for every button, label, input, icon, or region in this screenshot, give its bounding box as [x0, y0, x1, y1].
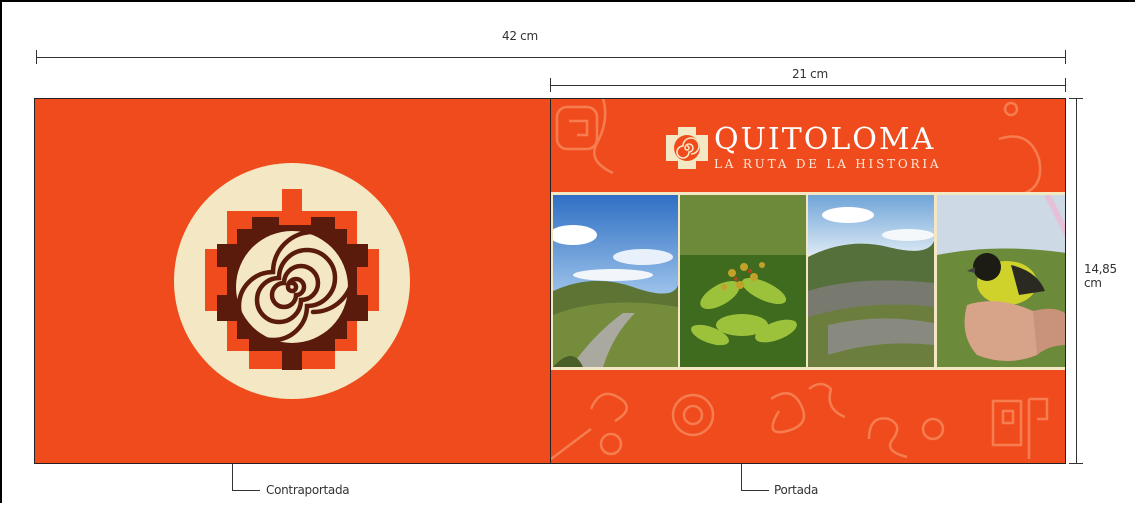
dimension-tick	[1065, 50, 1066, 64]
back-cover-panel	[34, 98, 551, 464]
spiral-sun-emblem	[174, 163, 410, 399]
photo-stone-ruins	[808, 195, 934, 367]
front-cover-panel: QUITOLOMA LA RUTA DE LA HISTORIA	[550, 98, 1066, 464]
total-width-label: 42 cm	[502, 29, 538, 43]
dimension-tick	[1065, 78, 1066, 92]
height-dimension-line	[1076, 98, 1077, 464]
photo-green-plant	[680, 195, 806, 367]
height-label: 14,85 cm	[1084, 262, 1117, 290]
photo-yellow-bird	[937, 195, 1065, 367]
dimension-tick	[1069, 463, 1083, 464]
dimension-tick	[550, 78, 551, 92]
front-cover-callout-line	[741, 464, 742, 491]
back-cover-label: Contraportada	[266, 483, 350, 497]
photo-strip	[551, 192, 1065, 370]
total-width-dimension-line	[36, 57, 1066, 58]
front-cover-label: Portada	[774, 483, 819, 497]
back-cover-callout-line	[232, 490, 260, 491]
dimension-tick	[1069, 98, 1083, 99]
cover-width-dimension-line	[550, 85, 1066, 86]
photo-mountain-road	[553, 195, 678, 367]
cover-width-label: 21 cm	[792, 67, 828, 81]
quitoloma-logo-icon	[666, 127, 708, 169]
brand-tagline: LA RUTA DE LA HISTORIA	[714, 157, 942, 171]
front-cover-callout-line	[741, 490, 769, 491]
dimension-tick	[36, 50, 37, 64]
brand-name: QUITOLOMA	[714, 122, 936, 157]
back-cover-callout-line	[232, 464, 233, 491]
